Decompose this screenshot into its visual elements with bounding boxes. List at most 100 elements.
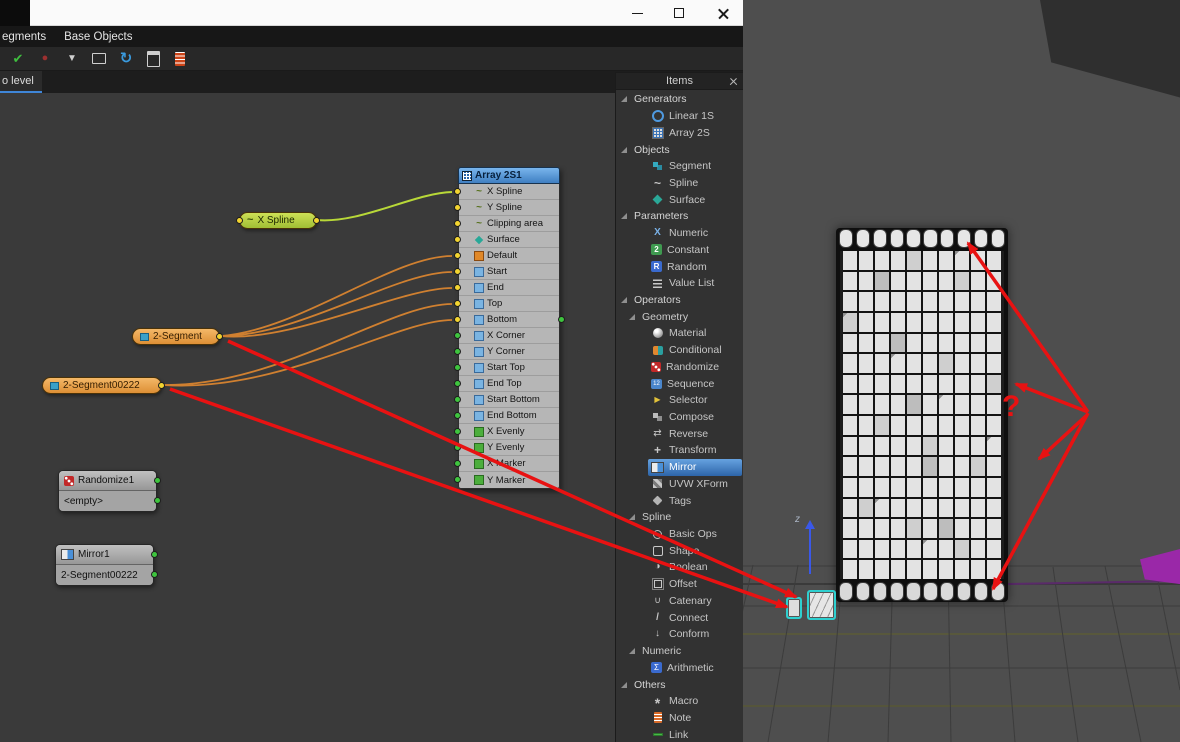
input-socket[interactable] [454, 268, 461, 275]
output-socket[interactable] [151, 551, 158, 558]
items-item-linear-1s[interactable]: Linear 1S [616, 108, 743, 125]
input-socket[interactable] [454, 332, 461, 339]
items-item-material[interactable]: Material [616, 325, 743, 342]
mirror-node-header[interactable]: Mirror1 [56, 545, 158, 565]
items-item-boolean[interactable]: Boolean [616, 559, 743, 576]
input-socket[interactable] [454, 380, 461, 387]
items-section-others[interactable]: Others [616, 676, 743, 693]
output-socket[interactable] [216, 333, 223, 340]
items-item-mirror[interactable]: Mirror [616, 458, 743, 476]
array-input-top[interactable]: Top [454, 296, 559, 312]
items-section-operators[interactable]: Operators [616, 292, 743, 309]
items-item-arithmetic[interactable]: Arithmetic [616, 659, 743, 676]
refresh-icon[interactable] [117, 50, 135, 68]
items-section-generators[interactable]: Generators [616, 91, 743, 108]
viewport-3d[interactable]: z [743, 0, 1180, 742]
selected-segment-object[interactable] [786, 597, 802, 619]
input-socket[interactable] [454, 412, 461, 419]
input-socket[interactable] [454, 236, 461, 243]
items-item-spline[interactable]: Spline [616, 175, 743, 192]
items-item-random[interactable]: Random [616, 258, 743, 275]
apply-check-icon[interactable] [9, 50, 27, 68]
input-socket[interactable] [454, 460, 461, 467]
filter-icon[interactable] [63, 50, 81, 68]
items-item-sequence[interactable]: Sequence [616, 375, 743, 392]
x-spline-node[interactable]: X Spline [236, 212, 320, 229]
array-input-bottom[interactable]: Bottom [454, 312, 559, 328]
array-input-start-bottom[interactable]: Start Bottom [454, 392, 559, 408]
input-socket[interactable] [454, 300, 461, 307]
output-socket[interactable] [154, 477, 161, 484]
items-item-transform[interactable]: Transform [616, 442, 743, 459]
array-input-end-bottom[interactable]: End Bottom [454, 408, 559, 424]
randomize-node-child[interactable]: <empty> [59, 491, 161, 511]
input-socket[interactable] [454, 444, 461, 451]
array-input-surface[interactable]: Surface [454, 232, 559, 248]
items-item-compose[interactable]: Compose [616, 409, 743, 426]
array-2s1-node[interactable]: Array 2S1 X Spline Y Spline Clipping area S… [454, 167, 565, 489]
input-socket[interactable] [454, 204, 461, 211]
display-icon[interactable] [90, 50, 108, 68]
array-input-y-corner[interactable]: Y Corner [454, 344, 559, 360]
items-item-basic-ops[interactable]: Basic Ops [616, 526, 743, 543]
items-item-note[interactable]: Note [616, 710, 743, 727]
items-section-parameters[interactable]: Parameters [616, 208, 743, 225]
items-panel-close-icon[interactable] [727, 75, 740, 88]
generated-building[interactable] [836, 228, 1008, 602]
items-item-conditional[interactable]: Conditional [616, 342, 743, 359]
output-socket[interactable] [313, 217, 320, 224]
items-item-shape[interactable]: Shape [616, 542, 743, 559]
input-socket[interactable] [454, 252, 461, 259]
array-input-x-spline[interactable]: X Spline [454, 184, 559, 200]
minimize-button[interactable] [620, 0, 654, 26]
output-socket[interactable] [558, 316, 565, 323]
record-icon[interactable] [36, 50, 54, 68]
items-panel-header[interactable]: Items [616, 73, 743, 90]
output-socket[interactable] [151, 571, 158, 578]
array-input-x-corner[interactable]: X Corner [454, 328, 559, 344]
menu-item-base-objects[interactable]: Base Objects [64, 31, 132, 43]
array-input-start-top[interactable]: Start Top [454, 360, 559, 376]
input-socket[interactable] [454, 428, 461, 435]
items-section-objects[interactable]: Objects [616, 141, 743, 158]
items-item-catenary[interactable]: Catenary [616, 593, 743, 610]
randomize-node-header[interactable]: Randomize1 [59, 471, 161, 491]
randomize1-node[interactable]: Randomize1 <empty> [58, 470, 161, 512]
array-input-clipping-area[interactable]: Clipping area [454, 216, 559, 232]
array-input-end-top[interactable]: End Top [454, 376, 559, 392]
input-socket[interactable] [454, 284, 461, 291]
array-input-end[interactable]: End [454, 280, 559, 296]
segment-node[interactable]: 2-Segment [132, 328, 223, 345]
input-socket[interactable] [454, 348, 461, 355]
items-item-segment[interactable]: Segment [616, 158, 743, 175]
array-input-y-evenly[interactable]: Y Evenly [454, 440, 559, 456]
array-input-start[interactable]: Start [454, 264, 559, 280]
items-item-macro[interactable]: Macro [616, 693, 743, 710]
input-socket[interactable] [454, 476, 461, 483]
z-axis-gizmo[interactable] [805, 520, 815, 574]
input-socket[interactable] [236, 217, 243, 224]
output-socket[interactable] [158, 382, 165, 389]
input-socket[interactable] [454, 220, 461, 227]
items-subsection-geometry[interactable]: Geometry [616, 308, 743, 325]
items-item-reverse[interactable]: Reverse [616, 425, 743, 442]
items-item-link[interactable]: Link [616, 726, 743, 742]
mirror-node-child[interactable]: 2-Segment00222 [56, 565, 158, 585]
export-icon[interactable] [144, 50, 162, 68]
items-item-array-2s[interactable]: Array 2S [616, 124, 743, 141]
items-item-value-list[interactable]: Value List [616, 275, 743, 292]
items-subsection-spline[interactable]: Spline [616, 509, 743, 526]
items-item-randomize[interactable]: Randomize [616, 359, 743, 376]
items-item-selector[interactable]: Selector [616, 392, 743, 409]
array-input-x-marker[interactable]: X Marker [454, 456, 559, 472]
menu-item-egments[interactable]: egments [2, 31, 46, 43]
items-item-conform[interactable]: Conform [616, 626, 743, 643]
maximize-button[interactable] [662, 0, 696, 26]
close-button[interactable] [706, 0, 740, 26]
array-input-y-marker[interactable]: Y Marker [454, 472, 559, 488]
tab-top-level[interactable]: o level [0, 71, 42, 93]
array-input-default[interactable]: Default [454, 248, 559, 264]
array-input-x-evenly[interactable]: X Evenly [454, 424, 559, 440]
items-item-tags[interactable]: Tags [616, 492, 743, 509]
input-socket[interactable] [454, 364, 461, 371]
